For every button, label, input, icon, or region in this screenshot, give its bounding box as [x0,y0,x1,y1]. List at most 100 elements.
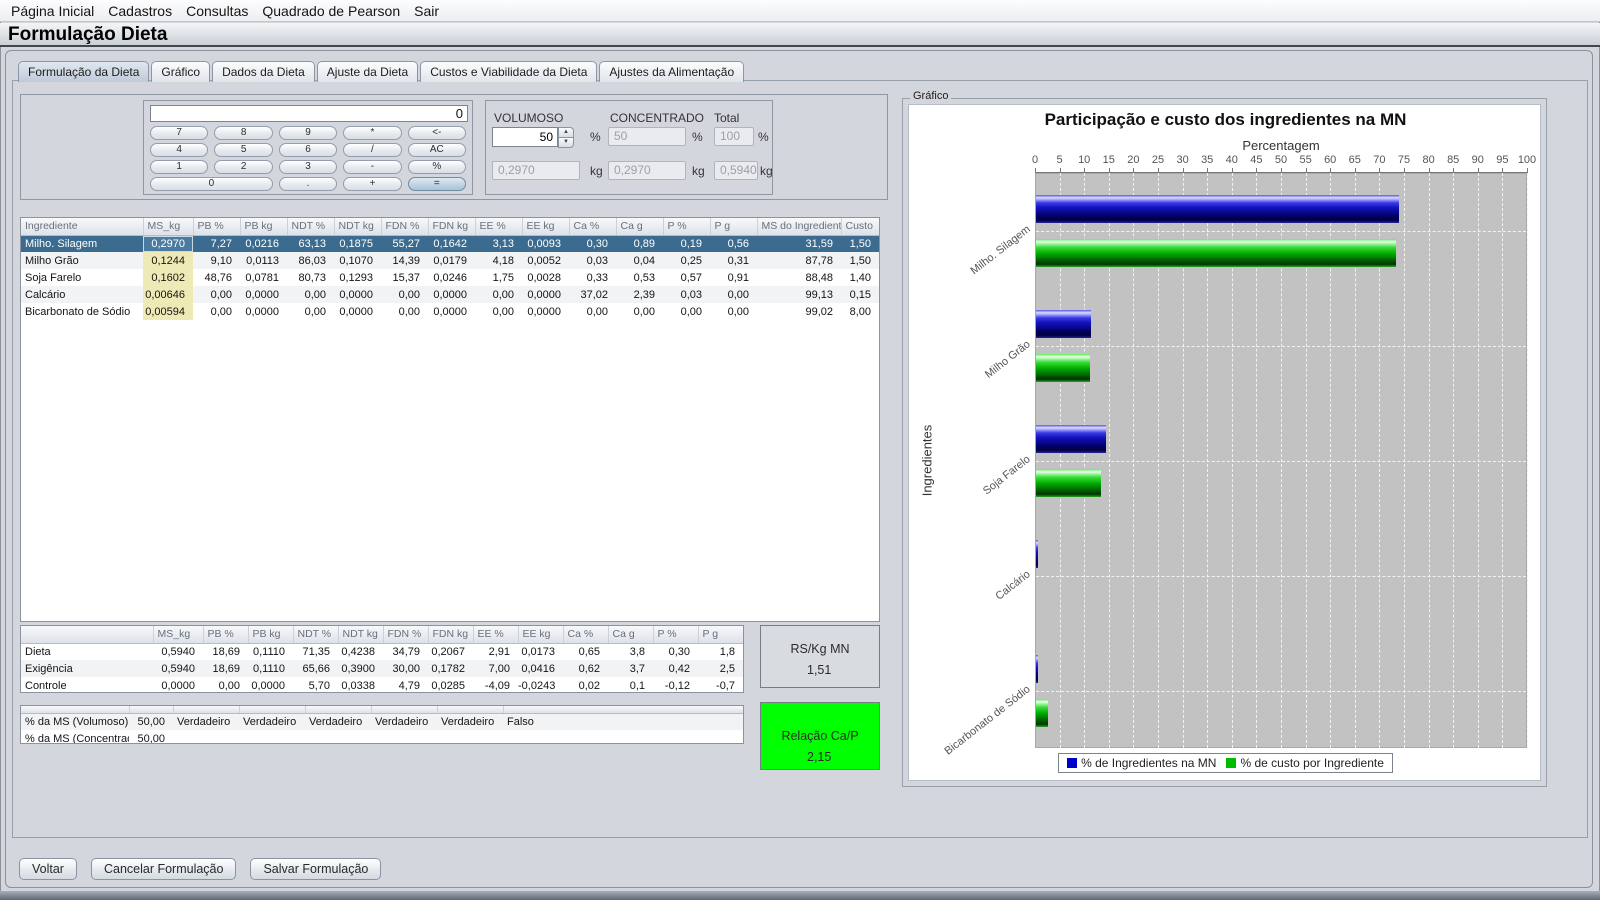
column-header-p-g[interactable]: P g [698,626,743,643]
calc-key-divide[interactable]: / [343,143,401,157]
ingredient-row[interactable]: Soja Farelo0,160248,760,078180,730,12931… [21,269,879,286]
column-header-ndt-kg[interactable]: NDT kg [334,218,381,235]
column-header-blank[interactable] [239,706,305,713]
calc-key-dot[interactable]: . [279,177,337,191]
calc-key-6[interactable]: 6 [279,143,337,157]
calc-key-minus[interactable]: - [343,160,401,174]
cancelar-formula-o-button[interactable]: Cancelar Formulação [91,858,237,880]
column-header-custo[interactable]: Custo [841,218,879,235]
column-header-blank[interactable] [371,706,437,713]
menu-bar: Página InicialCadastrosConsultasQuadrado… [0,0,1600,22]
volumoso-label: VOLUMOSO [494,111,563,125]
tab-gr-fico[interactable]: Gráfico [151,61,210,82]
column-header-ee-kg[interactable]: EE kg [522,218,569,235]
menu-item-quadrado-de-pearson[interactable]: Quadrado de Pearson [255,1,407,21]
column-header-fdn[interactable]: FDN % [381,218,428,235]
concentrado-percent-unit: % [692,130,703,144]
calc-key-5[interactable]: 5 [214,143,272,157]
column-header-blank[interactable] [503,706,743,713]
chart-group-label: Gráfico [910,90,951,102]
column-header-fdn-kg[interactable]: FDN kg [428,218,475,235]
volumoso-percent-unit: % [590,130,601,144]
summary-row[interactable]: Exigência0,594018,690,111065,660,390030,… [21,660,743,677]
column-header-ms-do-ingrediente[interactable]: MS do Ingrediente [757,218,841,235]
calc-key-percent[interactable]: % [408,160,466,174]
column-header-ms-kg[interactable]: MS_kg [153,626,203,643]
column-header-pb-kg[interactable]: PB kg [248,626,293,643]
horizontal-gridline [1036,691,1526,692]
calc-key-multiply[interactable]: * [343,126,401,140]
calc-key-1[interactable]: 1 [150,160,208,174]
chart-title: Participação e custo dos ingredientes na… [909,110,1542,130]
calc-key-clear[interactable]: AC [408,143,466,157]
column-header-blank[interactable] [305,706,371,713]
top-panel: 0 789 * <- 456 / AC 123-% 0. + = VOLUMOSO CONCENT… [20,94,888,200]
volumoso-percent-input[interactable] [492,127,558,147]
calc-key-4[interactable]: 4 [150,143,208,157]
column-header-pb[interactable]: PB % [193,218,240,235]
calc-key-9[interactable]: 9 [279,126,337,140]
menu-item-p-gina-inicial[interactable]: Página Inicial [4,1,101,21]
ingredient-row[interactable]: Bicarbonato de Sódio0,005940,000,00000,0… [21,303,879,320]
column-header-blank[interactable] [173,706,239,713]
tab-dados-da-dieta[interactable]: Dados da Dieta [212,61,315,82]
calc-key-equals[interactable]: = [408,177,466,191]
column-header-blank[interactable] [129,706,173,713]
tab-ajustes-da-alimenta-o[interactable]: Ajustes da Alimentação [599,61,744,82]
column-header-ca[interactable]: Ca % [569,218,616,235]
column-header-p[interactable]: P % [663,218,710,235]
tab-formula-o-da-dieta[interactable]: Formulação da Dieta [18,61,149,82]
summary-row[interactable]: Dieta0,594018,690,111071,350,423834,790,… [21,643,743,660]
menu-item-sair[interactable]: Sair [407,1,446,21]
column-header-blank[interactable] [21,706,129,713]
calc-key-2[interactable]: 2 [214,160,272,174]
column-header-blank[interactable] [437,706,503,713]
ingredient-row[interactable]: Milho Grão0,12449,100,011386,030,107014,… [21,252,879,269]
x-tick-label: 100 [1512,154,1542,166]
column-header-fdn-kg[interactable]: FDN kg [428,626,473,643]
column-header-ca-g[interactable]: Ca g [608,626,653,643]
calc-key-plus[interactable]: + [343,177,401,191]
price-per-kg-box: RS/Kg MN 1,51 [760,625,880,688]
salvar-formula-o-button[interactable]: Salvar Formulação [250,858,381,880]
column-header-pb[interactable]: PB % [203,626,248,643]
column-header-ca-g[interactable]: Ca g [616,218,663,235]
column-header-ndt[interactable]: NDT % [287,218,334,235]
calculator-display[interactable]: 0 [150,105,468,122]
voltar-button[interactable]: Voltar [19,858,77,880]
calc-key-backspace[interactable]: <- [408,126,466,140]
status-row[interactable]: % da MS (Volumoso)50,00VerdadeiroVerdade… [21,713,743,730]
calc-key-8[interactable]: 8 [214,126,272,140]
price-per-kg-label: RS/Kg MN [761,642,879,656]
column-header-ndt[interactable]: NDT % [293,626,338,643]
column-header-pb-kg[interactable]: PB kg [240,218,287,235]
ingredient-row[interactable]: Milho. Silagem0,29707,270,021663,130,187… [21,235,879,252]
column-header-p-g[interactable]: P g [710,218,757,235]
ingredient-row[interactable]: Calcário0,006460,000,00000,000,00000,000… [21,286,879,303]
spinner-up-button[interactable]: ▲ [558,127,574,137]
spinner-down-button[interactable]: ▼ [558,137,574,148]
column-header-ca[interactable]: Ca % [563,626,608,643]
column-header-p[interactable]: P % [653,626,698,643]
column-header-ingrediente[interactable]: Ingrediente [21,218,143,235]
calc-key-0[interactable]: 0 [150,177,273,191]
column-header-ee[interactable]: EE % [475,218,522,235]
column-header-ndt-kg[interactable]: NDT kg [338,626,383,643]
column-header-ms-kg[interactable]: MS_kg [143,218,193,235]
calc-key-3[interactable]: 3 [279,160,337,174]
bar-ingredient-percent-milho-gr-o [1036,310,1091,338]
concentrado-label: CONCENTRADO [610,111,704,125]
calc-key-7[interactable]: 7 [150,126,208,140]
column-header-ee[interactable]: EE % [473,626,518,643]
tab-ajuste-da-dieta[interactable]: Ajuste da Dieta [317,61,418,82]
column-header-blank[interactable] [21,626,153,643]
tab-custos-e-viabilidade-da-dieta[interactable]: Custos e Viabilidade da Dieta [420,61,597,82]
status-row[interactable]: % da MS (Concentrado)50,00 [21,730,743,744]
column-header-ee-kg[interactable]: EE kg [518,626,563,643]
summary-row[interactable]: Controle0,00000,000,00005,700,03384,790,… [21,677,743,693]
total-kg-unit: kg [760,164,773,178]
total-label: Total [714,111,739,125]
menu-item-consultas[interactable]: Consultas [179,1,255,21]
menu-item-cadastros[interactable]: Cadastros [101,1,179,21]
column-header-fdn[interactable]: FDN % [383,626,428,643]
